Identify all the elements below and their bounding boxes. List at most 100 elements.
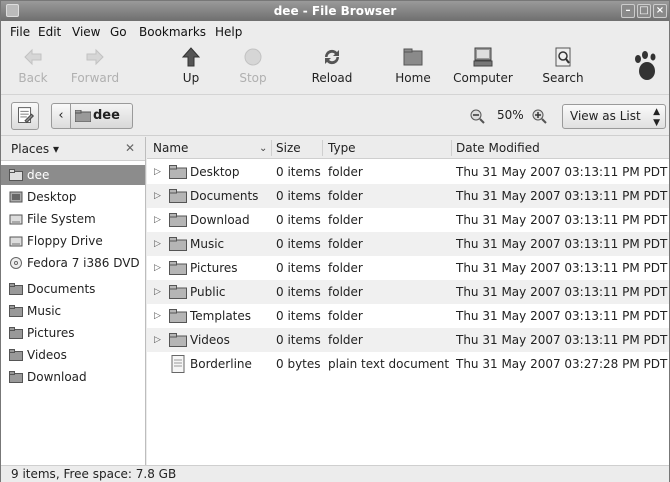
file-name: Public [190, 285, 226, 299]
sidebar-item-label: Download [27, 370, 87, 384]
up-button[interactable]: Up [159, 47, 223, 93]
menu-go[interactable]: Go [110, 25, 127, 39]
search-label: Search [542, 71, 584, 85]
expand-arrow-icon[interactable]: ▷ [154, 160, 161, 184]
table-row[interactable]: ▷ Videos 0 items folder Thu 31 May 2007 03:1… [147, 328, 669, 352]
title-bar[interactable]: dee - File Browser – □ × [1, 1, 669, 21]
file-size: 0 items [276, 213, 321, 227]
sidebar-item-label: Documents [27, 282, 96, 296]
home-button[interactable]: Home [381, 47, 445, 93]
column-date-modified[interactable]: Date Modified [456, 141, 540, 155]
sidebar-item-pictures[interactable]: Pictures [1, 323, 145, 343]
menu-view[interactable]: View [72, 25, 100, 39]
file-size: 0 items [276, 333, 321, 347]
file-size: 0 items [276, 309, 321, 323]
file-name: Borderline [190, 357, 252, 371]
folder-icon [169, 165, 187, 179]
close-sidebar-icon[interactable]: ✕ [125, 141, 135, 155]
forward-label: Forward [70, 71, 120, 85]
column-type[interactable]: Type [328, 141, 356, 155]
menu-help[interactable]: Help [215, 25, 242, 39]
expand-arrow-icon[interactable]: ▷ [154, 328, 161, 352]
menu-bookmarks[interactable]: Bookmarks [139, 25, 206, 39]
column-divider[interactable] [322, 140, 323, 156]
expand-arrow-icon[interactable]: ▷ [154, 232, 161, 256]
zoom-in-icon[interactable] [531, 108, 547, 124]
reload-icon [324, 49, 340, 65]
sidebar-item-desktop[interactable]: Desktop [1, 187, 145, 207]
sidebar-item-label: Pictures [27, 326, 75, 340]
folder-icon [169, 333, 187, 347]
forward-button[interactable]: Forward [63, 47, 127, 93]
file-name: Templates [190, 309, 252, 323]
table-row[interactable]: ▷ Public 0 items folder Thu 31 May 2007 03:1… [147, 280, 669, 304]
desktop-icon [9, 191, 23, 203]
toolbar: Back Forward Up Stop Reload Home Compute… [1, 43, 669, 95]
places-dropdown[interactable]: Places ▾ [11, 142, 59, 156]
expand-arrow-icon[interactable]: ▷ [154, 304, 161, 328]
sidebar-header: Places ▾ ✕ [1, 137, 145, 161]
zoom-level[interactable]: 50% [497, 108, 524, 122]
text-entry-icon [18, 107, 35, 124]
sidebar-item-fedora-7-i386-dvd[interactable]: Fedora 7 i386 DVD [1, 253, 145, 273]
breadcrumb-dee-button[interactable]: dee [71, 103, 133, 129]
location-toggle-button[interactable] [11, 102, 39, 130]
folder-icon [9, 349, 23, 361]
expand-arrow-icon[interactable]: ▷ [154, 256, 161, 280]
sidebar-item-documents[interactable]: Documents [1, 279, 145, 299]
view-mode-select[interactable]: View as List ▲ ▼ [562, 104, 666, 129]
table-row[interactable]: ▷ Music 0 items folder Thu 31 May 2007 03:13… [147, 232, 669, 256]
file-name: Videos [190, 333, 230, 347]
table-row[interactable]: Borderline 0 bytes plain text document Thu … [147, 352, 669, 376]
menu-file[interactable]: File [10, 25, 30, 39]
stop-button[interactable]: Stop [221, 47, 285, 93]
sidebar-item-videos[interactable]: Videos [1, 345, 145, 365]
minimize-button[interactable]: – [621, 4, 635, 18]
reload-button[interactable]: Reload [300, 47, 364, 93]
folder-icon [169, 237, 187, 251]
folder-icon [169, 285, 187, 299]
sidebar-item-file-system[interactable]: File System [1, 209, 145, 229]
folder-icon [9, 327, 23, 339]
sort-descending-icon[interactable]: ⌄ [259, 143, 267, 154]
expand-arrow-icon[interactable]: ▷ [154, 208, 161, 232]
table-row[interactable]: ▷ Desktop 0 items folder Thu 31 May 2007 03:… [147, 160, 669, 184]
folder-icon [169, 189, 187, 203]
table-row[interactable]: ▷ Templates 0 items folder Thu 31 May 2007 0… [147, 304, 669, 328]
column-divider[interactable] [451, 140, 452, 156]
column-name[interactable]: Name [153, 141, 188, 155]
expand-arrow-icon[interactable]: ▷ [154, 280, 161, 304]
breadcrumb-scroll-left-button[interactable]: ‹ [51, 103, 71, 129]
home-folder-icon [9, 169, 23, 181]
sidebar-item-download[interactable]: Download [1, 367, 145, 387]
column-size[interactable]: Size [276, 141, 301, 155]
gnome-foot-icon [635, 51, 656, 80]
menu-edit[interactable]: Edit [38, 25, 61, 39]
close-window-button[interactable]: × [653, 4, 667, 18]
back-button[interactable]: Back [1, 47, 65, 93]
file-type: folder [328, 213, 363, 227]
sidebar-item-music[interactable]: Music [1, 301, 145, 321]
table-row[interactable]: ▷ Documents 0 items folder Thu 31 May 2007 0… [147, 184, 669, 208]
zoom-out-icon[interactable] [469, 108, 485, 124]
sidebar-item-label: File System [27, 212, 96, 226]
folder-icon [9, 371, 23, 383]
sidebar-item-dee[interactable]: dee [1, 165, 145, 185]
file-browser-window: dee - File Browser – □ × File Edit View … [0, 0, 670, 482]
places-label: Places [11, 142, 50, 156]
search-button[interactable]: Search [531, 47, 595, 93]
column-divider[interactable] [271, 140, 272, 156]
file-type: folder [328, 261, 363, 275]
maximize-button[interactable]: □ [637, 4, 651, 18]
computer-button[interactable]: Computer [451, 47, 515, 93]
folder-icon [169, 261, 187, 275]
stop-label: Stop [239, 71, 267, 85]
text-document-icon [171, 355, 185, 373]
expand-arrow-icon[interactable]: ▷ [154, 184, 161, 208]
table-row[interactable]: ▷ Download 0 items folder Thu 31 May 2007 03… [147, 208, 669, 232]
view-mode-value: View as List [570, 109, 641, 123]
sidebar-item-label: Desktop [27, 190, 77, 204]
places-sidebar: Places ▾ ✕ dee Desktop File System Floppy D… [1, 137, 146, 465]
sidebar-item-floppy-drive[interactable]: Floppy Drive [1, 231, 145, 251]
table-row[interactable]: ▷ Pictures 0 items folder Thu 31 May 2007 03… [147, 256, 669, 280]
